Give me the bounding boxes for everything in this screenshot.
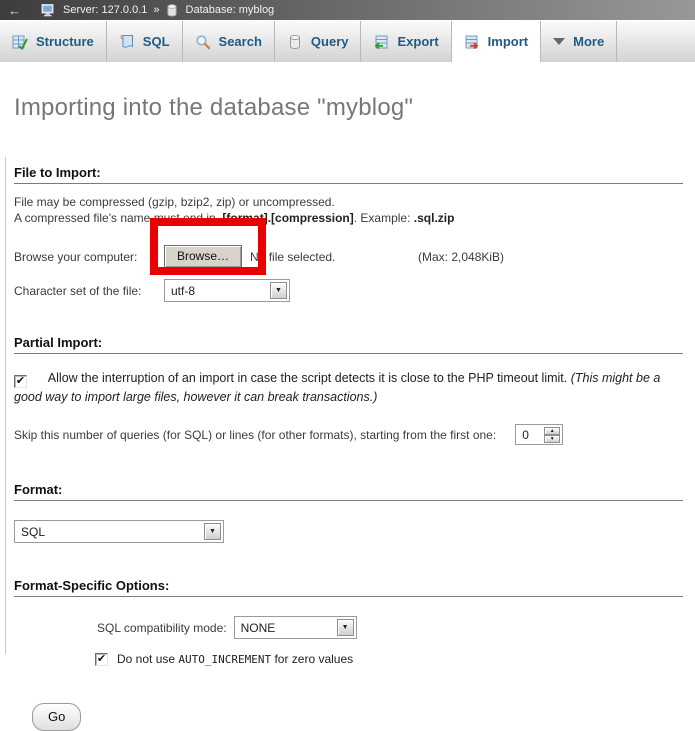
chevron-down-icon bbox=[553, 38, 565, 45]
tab-label: More bbox=[573, 34, 604, 49]
go-button[interactable]: Go bbox=[32, 703, 81, 731]
search-icon bbox=[195, 34, 211, 50]
no-file-text: No file selected. bbox=[250, 250, 418, 264]
section-heading-format-options: Format-Specific Options: bbox=[14, 578, 683, 597]
auto-increment-row: ✔ Do not use AUTO_INCREMENT for zero val… bbox=[95, 652, 685, 666]
auto-increment-code: AUTO_INCREMENT bbox=[178, 653, 271, 666]
skip-queries-row: Skip this number of queries (for SQL) or… bbox=[14, 424, 685, 445]
content-left-border bbox=[5, 157, 6, 654]
tab-export[interactable]: Export bbox=[361, 21, 451, 62]
tabbar-filler bbox=[617, 21, 695, 62]
browse-label: Browse your computer: bbox=[14, 250, 164, 264]
tab-structure[interactable]: Structure bbox=[0, 21, 107, 62]
charset-label: Character set of the file: bbox=[14, 284, 164, 298]
tab-label: SQL bbox=[143, 34, 170, 49]
breadcrumb-separator: » bbox=[153, 4, 159, 16]
tab-search[interactable]: Search bbox=[183, 21, 275, 62]
charset-select[interactable]: utf-8 ▼ bbox=[164, 279, 290, 302]
sql-compatibility-select[interactable]: NONE ▼ bbox=[234, 616, 357, 639]
tab-bar: Structure SQL Search Query Export Import… bbox=[0, 20, 695, 62]
query-icon bbox=[287, 34, 303, 50]
sql-icon bbox=[119, 34, 135, 50]
dropdown-arrow-icon[interactable]: ▼ bbox=[270, 282, 287, 299]
breadcrumb-server[interactable]: Server: 127.0.0.1 bbox=[63, 4, 147, 16]
stepper-up-icon[interactable]: ▲ bbox=[544, 427, 560, 435]
breadcrumb-database[interactable]: Database: myblog bbox=[186, 4, 275, 16]
stepper-buttons: ▲ ▼ bbox=[544, 427, 560, 443]
dropdown-arrow-icon[interactable]: ▼ bbox=[337, 619, 354, 636]
charset-select-value: utf-8 bbox=[167, 284, 195, 298]
tab-sql[interactable]: SQL bbox=[107, 21, 183, 62]
format-select[interactable]: SQL ▼ bbox=[14, 520, 224, 543]
sql-compatibility-value: NONE bbox=[237, 621, 276, 635]
section-heading-format: Format: bbox=[14, 482, 683, 501]
sql-compatibility-row: SQL compatibility mode: NONE ▼ bbox=[97, 616, 685, 639]
back-arrow-icon[interactable]: ← bbox=[8, 3, 21, 18]
max-size-text: (Max: 2,048KiB) bbox=[418, 250, 504, 264]
browse-row: Browse your computer: Browse… No file se… bbox=[14, 245, 685, 268]
file-import-description: File may be compressed (gzip, bzip2, zip… bbox=[14, 194, 685, 226]
sql-compatibility-label: SQL compatibility mode: bbox=[97, 621, 227, 635]
skip-queries-value: 0 bbox=[518, 428, 544, 442]
skip-queries-label: Skip this number of queries (for SQL) or… bbox=[14, 428, 496, 442]
compression-line: File may be compressed (gzip, bzip2, zip… bbox=[14, 194, 685, 210]
allow-interruption-label: Allow the interruption of an import in c… bbox=[48, 371, 571, 385]
dropdown-arrow-icon[interactable]: ▼ bbox=[204, 523, 221, 540]
stepper-down-icon[interactable]: ▼ bbox=[544, 435, 560, 443]
charset-row: Character set of the file: utf-8 ▼ bbox=[14, 279, 685, 302]
export-icon bbox=[373, 34, 389, 50]
tab-query[interactable]: Query bbox=[275, 21, 362, 62]
import-icon bbox=[464, 34, 480, 50]
server-icon bbox=[41, 4, 55, 17]
main-content: Importing into the database "myblog" Fil… bbox=[0, 94, 695, 731]
tab-label: Search bbox=[219, 34, 262, 49]
section-heading-partial-import: Partial Import: bbox=[14, 335, 683, 354]
allow-interruption-checkbox[interactable]: ✔ bbox=[14, 375, 27, 388]
structure-icon bbox=[12, 34, 28, 50]
allow-interruption-row: ✔ Allow the interruption of an import in… bbox=[14, 369, 685, 407]
tab-more[interactable]: More bbox=[541, 21, 617, 62]
tab-import[interactable]: Import bbox=[452, 21, 541, 62]
database-icon bbox=[166, 4, 178, 17]
auto-increment-label: Do not use AUTO_INCREMENT for zero value… bbox=[117, 652, 353, 666]
tab-label: Query bbox=[311, 34, 349, 49]
skip-queries-stepper[interactable]: 0 ▲ ▼ bbox=[515, 424, 563, 445]
auto-increment-checkbox[interactable]: ✔ bbox=[95, 653, 108, 666]
tab-label: Structure bbox=[36, 34, 94, 49]
browse-button[interactable]: Browse… bbox=[164, 245, 242, 268]
breadcrumb-bar: ← Server: 127.0.0.1 » Database: myblog bbox=[0, 0, 695, 20]
section-heading-file-to-import: File to Import: bbox=[14, 165, 683, 184]
format-select-value: SQL bbox=[17, 525, 45, 539]
tab-label: Export bbox=[397, 34, 438, 49]
page-title: Importing into the database "myblog" bbox=[14, 94, 685, 122]
tab-label: Import bbox=[488, 34, 528, 49]
naming-line: A compressed file's name must end in .[f… bbox=[14, 210, 685, 226]
